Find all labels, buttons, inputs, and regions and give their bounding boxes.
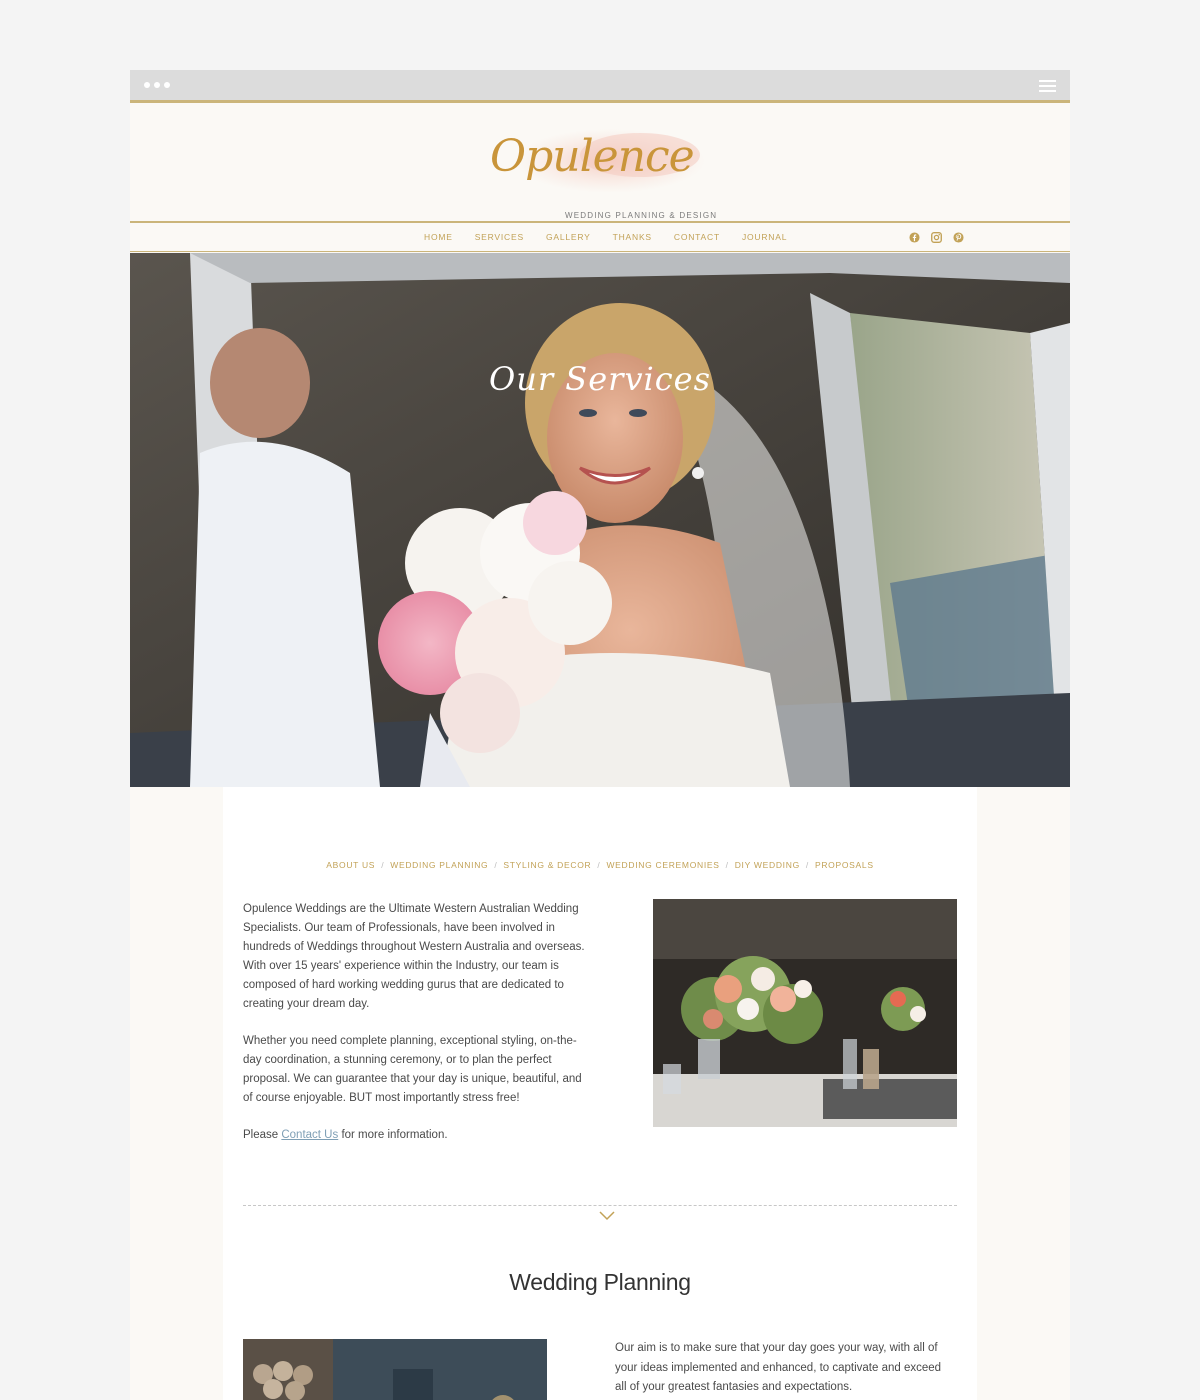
chevron-down-icon[interactable]	[599, 1211, 615, 1221]
nav-links: HOME SERVICES GALLERY THANKS CONTACT JOU…	[424, 232, 809, 242]
section-divider	[243, 1205, 957, 1206]
window-dot	[154, 82, 160, 88]
section-title-wedding-planning: Wedding Planning	[509, 1269, 691, 1295]
nav-item-gallery[interactable]: GALLERY	[546, 232, 591, 242]
subnav-item-proposals[interactable]: PROPOSALS	[815, 860, 874, 870]
subnav-item-diy-wedding[interactable]: DIY WEDDING	[735, 860, 800, 870]
subnav-item-about-us[interactable]: ABOUT US	[326, 860, 375, 870]
wedding-planning-text: Our aim is to make sure that your day go…	[615, 1342, 942, 1393]
hero-title: Our Services	[488, 360, 712, 398]
site-header: Opulence WEDDING PLANNING & DESIGN	[130, 103, 1070, 223]
nav-item-contact[interactable]: CONTACT	[674, 232, 720, 242]
wedding-planning-photo	[243, 1339, 547, 1400]
hamburger-menu-icon[interactable]	[1039, 80, 1056, 92]
logo-wordmark[interactable]: Opulence	[490, 131, 695, 182]
hero-image	[130, 253, 1070, 787]
nav-item-services[interactable]: SERVICES	[475, 232, 524, 242]
social-links	[908, 231, 964, 243]
table-flowers-photo	[653, 899, 957, 1127]
main-nav: HOME SERVICES GALLERY THANKS CONTACT JOU…	[130, 223, 1070, 252]
intro-p3-after: for more information.	[338, 1129, 448, 1141]
browser-toolbar	[130, 70, 1070, 103]
content-panel: ABOUT US / WEDDING PLANNING / STYLING & DECO…	[223, 787, 977, 1400]
facebook-icon[interactable]	[908, 231, 920, 243]
subnav-separator: /	[381, 860, 385, 870]
subnav-separator: /	[805, 860, 809, 870]
subnav-separator: /	[597, 860, 601, 870]
contact-us-link[interactable]: Contact Us	[281, 1129, 338, 1141]
subnav-item-styling-decor[interactable]: STYLING & DECOR	[503, 860, 591, 870]
services-subnav: ABOUT US / WEDDING PLANNING / STYLING & DECO…	[223, 860, 977, 870]
intro-p3-before: Please	[243, 1129, 282, 1141]
subnav-separator: /	[494, 860, 498, 870]
subnav-item-wedding-planning[interactable]: WEDDING PLANNING	[390, 860, 488, 870]
pinterest-icon[interactable]	[952, 231, 964, 243]
intro-paragraph-1: Opulence Weddings are the Ultimate Weste…	[243, 903, 585, 1010]
nav-item-home[interactable]: HOME	[424, 232, 453, 242]
window-dot	[144, 82, 150, 88]
nav-item-thanks[interactable]: THANKS	[613, 232, 652, 242]
intro-text: Opulence Weddings are the Ultimate Weste…	[243, 900, 593, 1163]
subnav-separator: /	[725, 860, 729, 870]
window-dots	[144, 82, 170, 88]
logo-tagline: WEDDING PLANNING & DESIGN	[565, 211, 718, 220]
browser-window: Opulence WEDDING PLANNING & DESIGN HOME …	[130, 70, 1070, 1400]
instagram-icon[interactable]	[930, 231, 942, 243]
subnav-item-wedding-ceremonies[interactable]: WEDDING CEREMONIES	[606, 860, 719, 870]
nav-item-journal[interactable]: JOURNAL	[742, 232, 787, 242]
intro-paragraph-3: Please Contact Us for more information.	[243, 1126, 593, 1145]
intro-paragraph-2: Whether you need complete planning, exce…	[243, 1035, 582, 1104]
window-dot	[164, 82, 170, 88]
